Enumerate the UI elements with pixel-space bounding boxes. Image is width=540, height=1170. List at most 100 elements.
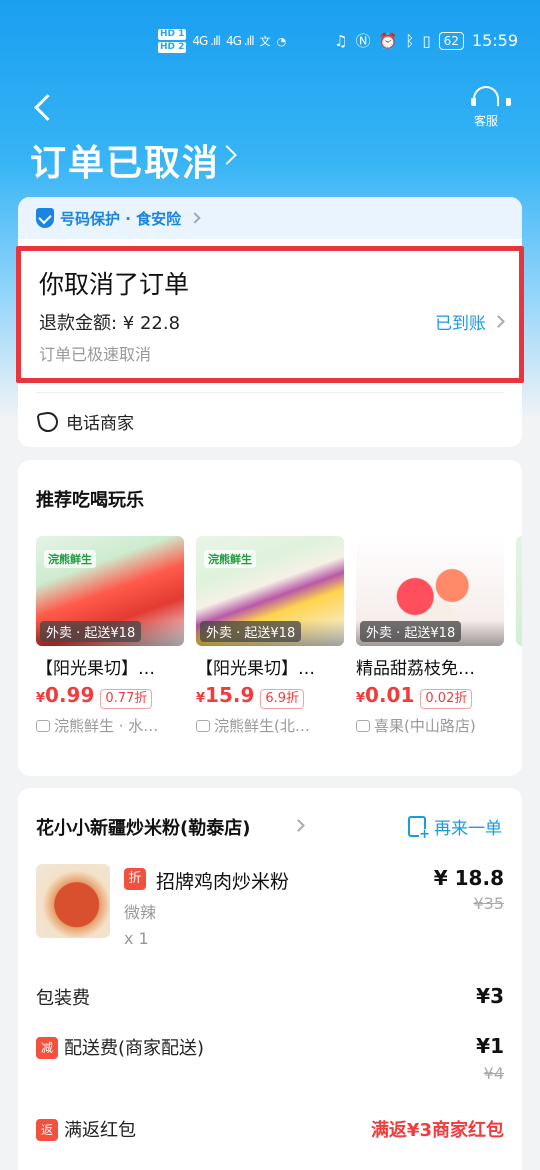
- headset-icon: [471, 86, 511, 106]
- price-row: ¥15.9 6.9折: [196, 683, 346, 709]
- refund-status-link[interactable]: 已到账: [435, 309, 505, 334]
- chevron-right-icon: [189, 212, 201, 224]
- refund-status-label: 已到账: [435, 314, 486, 334]
- product-price: ¥0.99: [36, 683, 95, 707]
- nfc-icon: Ⓝ: [355, 32, 371, 50]
- recommend-list[interactable]: 浣熊鲜生 外卖 · 起送¥18 【阳光果切】… ¥0.99 0.77折 浣熊鲜生…: [36, 536, 522, 756]
- shop-title[interactable]: 花小小新疆炒米粉(勒泰店): [36, 814, 250, 840]
- refund-amount: 退款金额: ¥ 22.8: [39, 313, 181, 334]
- delivery-tag: 外卖 · 起送¥18: [356, 620, 504, 646]
- product-image: 外卖 · 起送¥18: [356, 536, 504, 646]
- product-name: 精品甜荔枝免…: [356, 659, 475, 679]
- chevron-right-icon: [492, 315, 505, 328]
- recommend-item[interactable]: 外卖 · 起送¥18 精品甜荔枝免… ¥0.01 0.02折 喜果(中山路店): [356, 536, 506, 736]
- page-title[interactable]: 订单已取消: [30, 134, 220, 186]
- reorder-icon: [408, 816, 430, 841]
- chevron-right-icon[interactable]: [292, 819, 305, 832]
- product-name: 【阳光果切】…: [196, 659, 315, 679]
- discount-badge: 0.77折: [100, 689, 153, 709]
- recommend-item[interactable]: 浣熊鲜生 外卖 · 起送¥18 【阳光果切】… ¥15.9 6.9折 浣熊鲜生(…: [196, 536, 346, 736]
- status-bar: HD 1 HD 2 4G .ıll 4G .ıll 文 ◔ ♫ Ⓝ ⏰ ᛒ ▯ …: [0, 0, 540, 80]
- call-merchant-button[interactable]: 电话商家: [36, 409, 134, 434]
- cashback-label: 满返红包: [64, 1120, 136, 1141]
- cashback-badge: 返: [36, 1119, 58, 1141]
- reorder-label: 再来一单: [434, 819, 502, 839]
- reorder-button[interactable]: 再来一单: [408, 814, 502, 841]
- cancel-title: 你取消了订单: [39, 270, 190, 299]
- recommend-title: 推荐吃喝玩乐: [36, 490, 144, 511]
- signal-icon: 4G .ıll: [192, 34, 221, 48]
- cashback-row: 返满返红包 满返¥3商家红包: [36, 1116, 504, 1142]
- dish-spec: 微辣: [124, 903, 157, 922]
- packing-fee-row: 包装费 ¥3: [36, 984, 504, 1010]
- shop-name: 浣熊鲜生(北…: [214, 717, 310, 735]
- back-icon[interactable]: [30, 90, 58, 124]
- shield-icon: [36, 208, 54, 228]
- product-image: [516, 536, 522, 646]
- discount-badge: 折: [124, 868, 146, 890]
- cancel-note: 订单已极速取消: [39, 345, 152, 364]
- store-icon: [36, 719, 50, 732]
- protection-label: 号码保护 · 食安险: [60, 209, 182, 228]
- recommend-item[interactable]: 浣熊鲜生 外卖 · 起送¥18 【阳光果切】… ¥0.99 0.77折 浣熊鲜生…: [36, 536, 186, 736]
- order-status-card: 号码保护 · 食安险 你取消了订单 退款金额: ¥ 22.8 已到账 订单已极速…: [16, 197, 524, 447]
- packing-fee-label: 包装费: [36, 988, 90, 1009]
- divider: [36, 392, 504, 393]
- dish-image[interactable]: [36, 864, 110, 938]
- dish-name: 招牌鸡肉炒米粉: [156, 871, 290, 893]
- vibrate-icon: ▯: [422, 31, 431, 50]
- alarm-icon: ⏰: [378, 31, 398, 50]
- recommend-card: 推荐吃喝玩乐 浣熊鲜生 外卖 · 起送¥18 【阳光果切】… ¥0.99 0.7…: [18, 460, 522, 776]
- shop-row: 喜果(中山路店): [356, 715, 504, 736]
- store-icon: [196, 719, 210, 732]
- order-detail-card: 花小小新疆炒米粉(勒泰店) 再来一单 折 招牌鸡肉炒米粉 微辣 x 1 ¥ 18…: [18, 788, 522, 1170]
- status-left: HD 1 HD 2 4G .ıll 4G .ıll 文 ◔: [158, 28, 286, 54]
- protection-bar[interactable]: 号码保护 · 食安险: [18, 197, 522, 239]
- phone-icon: [36, 409, 60, 434]
- delivery-fee-original: ¥4: [483, 1064, 504, 1083]
- product-price: ¥15.9: [196, 683, 255, 707]
- discount-badge: 6.9折: [260, 689, 305, 709]
- input-method-icon: 文: [259, 35, 271, 48]
- discount-badge: 0.02折: [420, 689, 473, 709]
- packing-fee-value: ¥3: [476, 984, 504, 1008]
- price-row: ¥0.99 0.77折: [36, 683, 186, 709]
- shop-name: 浣熊鲜生 · 水…: [54, 717, 159, 735]
- product-price: ¥0.01: [356, 683, 415, 707]
- clock: 15:59: [471, 31, 518, 50]
- price-row: ¥0.01 0.02折: [356, 683, 506, 709]
- delivery-fee-row: 减配送费(商家配送) ¥1 ¥4: [36, 1034, 504, 1094]
- bluetooth-icon: ᛒ: [405, 31, 415, 50]
- battery-icon: 62: [438, 31, 464, 50]
- hd1-badge: HD 1: [158, 29, 187, 40]
- customer-service-label: 客服: [473, 114, 498, 128]
- recommend-item[interactable]: [516, 536, 522, 646]
- wechat-icon: ◔: [276, 34, 287, 48]
- product-image: 浣熊鲜生 外卖 · 起送¥18: [36, 536, 184, 646]
- status-right: ♫ Ⓝ ⏰ ᛒ ▯ 62 15:59: [334, 30, 518, 51]
- cancel-info-box: 你取消了订单 退款金额: ¥ 22.8 已到账 订单已极速取消: [16, 246, 524, 383]
- customer-service-button[interactable]: 客服: [464, 86, 511, 130]
- call-merchant-label: 电话商家: [66, 414, 134, 434]
- store-icon: [356, 719, 370, 732]
- dish-quantity: x 1: [124, 929, 149, 948]
- cashback-value: 满返¥3商家红包: [370, 1120, 504, 1141]
- shop-name: 喜果(中山路店): [374, 717, 476, 735]
- shop-row: 浣熊鲜生 · 水…: [36, 715, 184, 736]
- hd2-badge: HD 2: [158, 42, 187, 53]
- delivery-tag-label: 外卖 · 起送¥18: [360, 621, 462, 642]
- delivery-tag: 外卖 · 起送¥18: [196, 620, 344, 646]
- hd-indicator: HD 1 HD 2: [158, 28, 187, 54]
- delivery-tag-label: 外卖 · 起送¥18: [200, 621, 302, 642]
- delivery-tag-label: 外卖 · 起送¥18: [40, 621, 142, 642]
- delivery-tag: 外卖 · 起送¥18: [36, 620, 184, 646]
- headphones-icon: ♫: [334, 31, 348, 50]
- delivery-fee-label: 配送费(商家配送): [64, 1038, 205, 1059]
- shop-row: 浣熊鲜生(北…: [196, 715, 344, 736]
- product-image: 浣熊鲜生 外卖 · 起送¥18: [196, 536, 344, 646]
- dish-original-price: ¥35: [473, 894, 504, 913]
- brand-logo: 浣熊鲜生: [44, 550, 96, 568]
- dish-price: ¥ 18.8: [433, 866, 504, 890]
- reduce-badge: 减: [36, 1037, 58, 1059]
- product-name: 【阳光果切】…: [36, 659, 155, 679]
